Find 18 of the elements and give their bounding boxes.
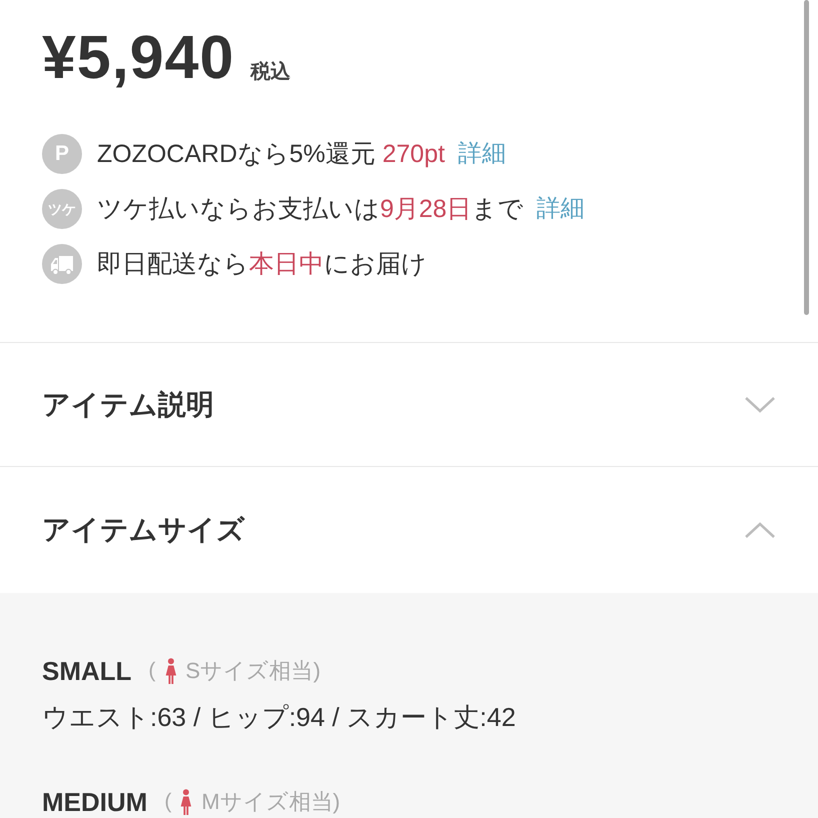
paren-text: ( [164, 789, 172, 815]
price-text: ¥5,940 [42, 27, 235, 88]
tax-note: 税込 [250, 60, 291, 85]
paren-text: ( [148, 658, 156, 684]
benefit-badge: ツケ [42, 188, 82, 228]
woman-icon [180, 789, 192, 815]
size-name: SMALL [42, 657, 132, 685]
size-equivalent: Sサイズ相当) [186, 657, 321, 685]
size-measurements: ウエスト:63 / ヒップ:94 / スカート丈:42 [42, 703, 517, 731]
size-equivalent: Mサイズ相当) [201, 788, 340, 816]
benefit-text: ツケ払いならお支払いは9月28日 まで [97, 194, 524, 224]
benefit-text: ZOZOCARDなら5%還元 270pt [97, 138, 445, 170]
benefit-text: 即日配送なら 本日中 にお届け [97, 248, 427, 280]
truck-icon [42, 244, 82, 284]
scrollbar-thumb[interactable] [804, 0, 809, 315]
woman-icon [164, 658, 177, 684]
size-name: MEDIUM [42, 788, 148, 816]
benefit-badge: P [42, 134, 82, 174]
